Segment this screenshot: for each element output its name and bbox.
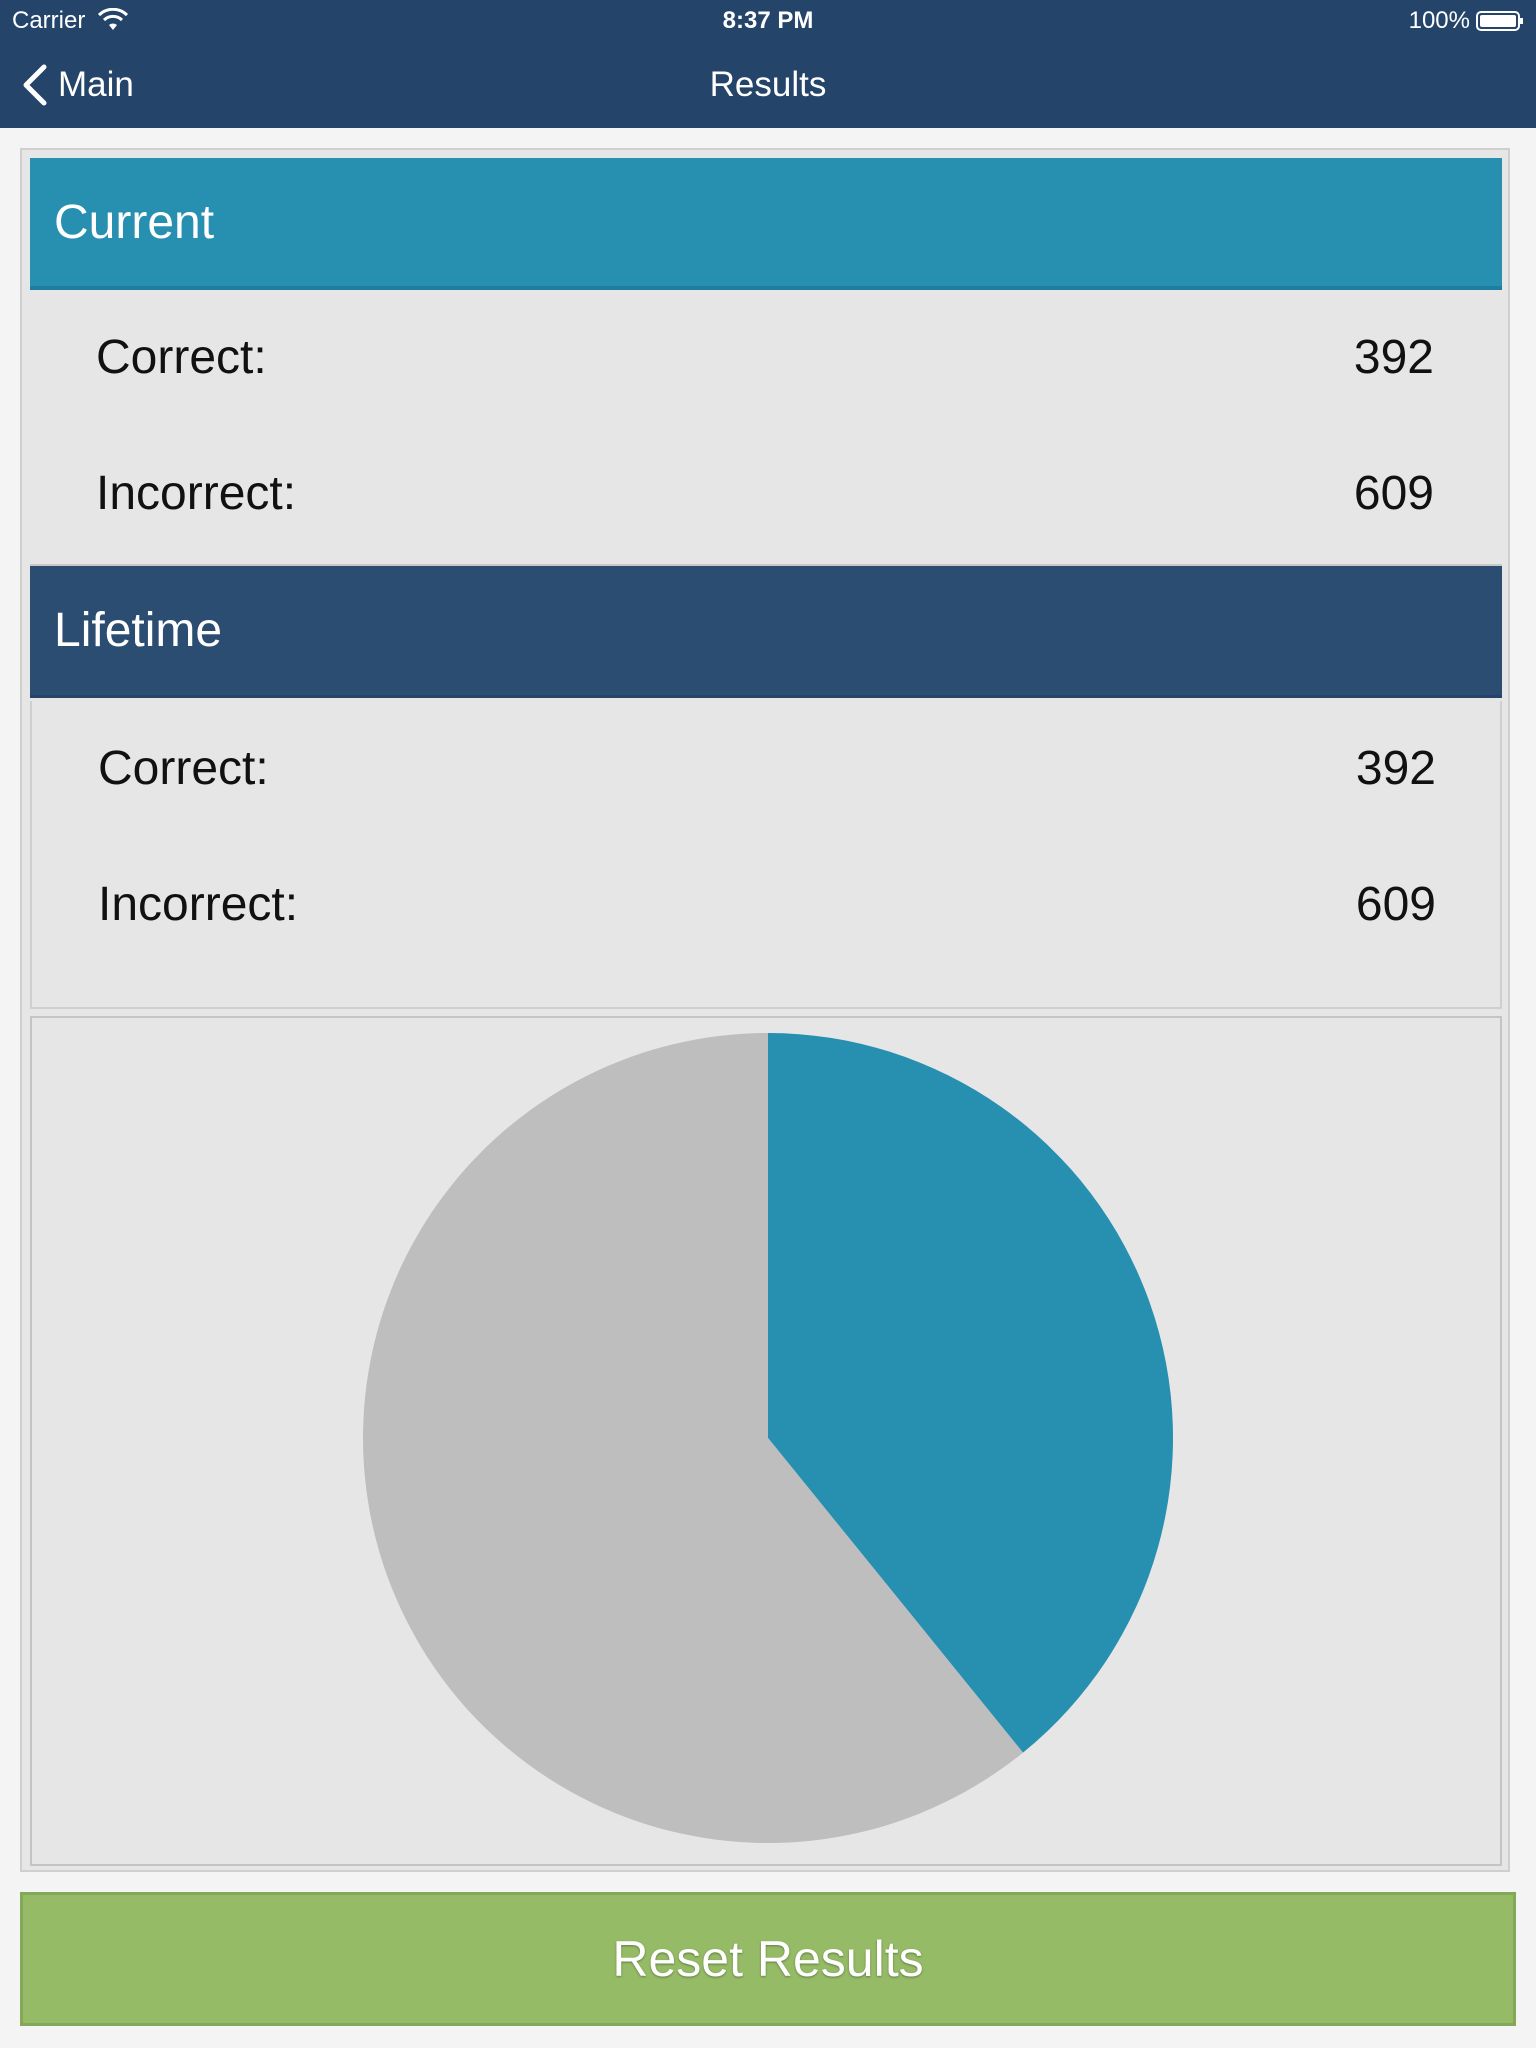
lifetime-incorrect-label: Incorrect: — [98, 878, 299, 931]
current-stats: Correct: 392 Incorrect: 609 — [30, 290, 1502, 566]
status-bar: Carrier 8:37 PM 100% — [0, 0, 1536, 40]
navigation-bar: Carrier 8:37 PM 100% Main Results — [0, 0, 1536, 128]
lifetime-correct-label: Correct: — [98, 742, 269, 795]
section-header-current: Current — [30, 158, 1502, 290]
lifetime-correct-row: Correct: 392 — [32, 701, 1504, 835]
page-title: Results — [709, 65, 827, 104]
battery-percent: 100% — [1408, 7, 1470, 34]
current-correct-row: Correct: 392 — [30, 290, 1502, 424]
pie-chart-canvas — [363, 1033, 1174, 1843]
lifetime-incorrect-row: Incorrect: 609 — [32, 837, 1504, 971]
section-header-lifetime: Lifetime — [30, 566, 1502, 698]
results-card: Current Correct: 392 Incorrect: 609 Life… — [20, 148, 1510, 1872]
current-correct-label: Correct: — [96, 331, 267, 384]
results-pie-chart — [30, 1016, 1502, 1866]
lifetime-incorrect-value: 609 — [1355, 878, 1436, 931]
current-incorrect-label: Incorrect: — [96, 467, 297, 520]
lifetime-stats: Correct: 392 Incorrect: 609 — [30, 701, 1502, 1009]
reset-results-button[interactable]: Reset Results — [20, 1892, 1516, 2026]
current-incorrect-value: 609 — [1353, 467, 1434, 520]
battery-icon — [1476, 11, 1523, 31]
lifetime-correct-value: 392 — [1355, 742, 1436, 795]
current-correct-value: 392 — [1353, 331, 1434, 384]
current-incorrect-row: Incorrect: 609 — [30, 426, 1502, 560]
status-time: 8:37 PM — [722, 7, 814, 34]
